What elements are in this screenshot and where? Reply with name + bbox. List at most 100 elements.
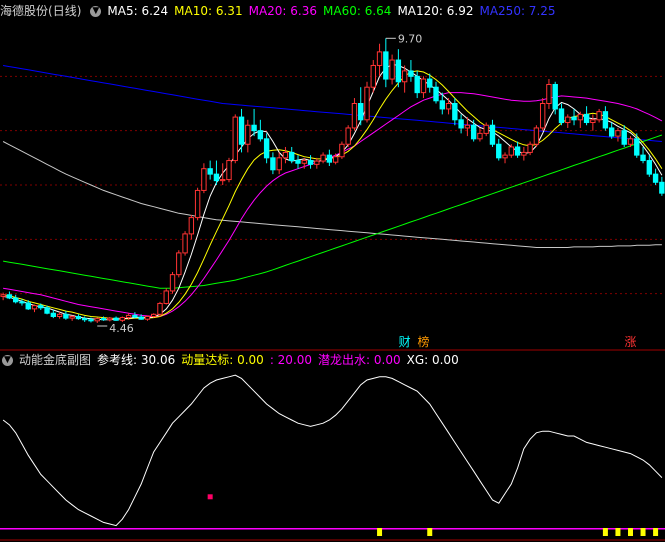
candle-body	[577, 113, 584, 121]
candle-body	[433, 86, 439, 102]
candle	[339, 141, 345, 159]
candle-body	[477, 132, 483, 140]
candle-body	[332, 156, 339, 163]
xg-bar	[615, 528, 621, 536]
candle	[270, 152, 276, 175]
candle-body	[245, 124, 251, 145]
candle-body	[659, 181, 665, 194]
candle-body	[370, 64, 376, 88]
candle-body	[38, 305, 44, 309]
candle-body	[420, 78, 427, 94]
candle	[477, 127, 483, 142]
candle-body	[270, 157, 276, 171]
xg-bar	[627, 528, 633, 536]
candle	[213, 160, 220, 185]
candle	[615, 127, 621, 142]
candle	[326, 149, 333, 166]
candle	[107, 317, 113, 322]
candle	[408, 60, 414, 82]
candle	[596, 108, 602, 123]
xg-bar	[653, 528, 659, 536]
candle-body	[0, 294, 6, 297]
low-price-label: 4.46	[109, 322, 134, 335]
candle-body	[163, 290, 169, 304]
candle-body	[458, 119, 464, 129]
candle-body	[119, 317, 126, 321]
candle-body	[282, 151, 289, 159]
candle-body	[615, 130, 621, 137]
candle	[188, 214, 195, 240]
candle	[458, 114, 464, 134]
candle-body	[351, 103, 358, 129]
candle-body	[251, 124, 257, 132]
candle-body	[295, 160, 301, 164]
candle-body	[213, 173, 220, 182]
high-price-label: 9.70	[398, 32, 423, 45]
candle	[539, 98, 546, 131]
candle-body	[320, 154, 326, 162]
candle	[452, 98, 458, 126]
candle-body	[546, 83, 552, 104]
candle	[533, 125, 540, 147]
stock-chart[interactable]: 9.70 4.46 财榜 涨	[0, 0, 665, 542]
candle-body	[489, 124, 496, 145]
candle-body	[238, 116, 245, 145]
candle-body	[571, 116, 577, 121]
candle-body	[157, 302, 163, 315]
candle-body	[31, 305, 38, 310]
candle-body	[596, 111, 602, 121]
candle-body	[94, 318, 100, 322]
candle-body	[326, 154, 333, 163]
xg-bar	[427, 528, 433, 536]
candle	[602, 106, 609, 131]
candle-body	[452, 103, 458, 121]
candle-body	[414, 75, 420, 94]
candle-body	[565, 116, 571, 124]
candle	[376, 43, 383, 77]
candle	[132, 312, 138, 319]
candle	[489, 119, 496, 147]
candle	[364, 81, 370, 123]
candle-body	[345, 127, 351, 145]
candle-body	[188, 217, 195, 235]
candle-body	[81, 318, 88, 321]
event-marker: 榜	[417, 334, 429, 349]
candle	[245, 119, 251, 153]
candle	[389, 54, 395, 85]
candle-body	[646, 160, 653, 175]
candle	[571, 108, 577, 126]
candle	[226, 157, 232, 183]
candle-body	[69, 315, 75, 319]
xg-bar	[602, 528, 608, 536]
candle-body	[88, 319, 94, 322]
candle-body	[276, 157, 282, 171]
candle-body	[514, 146, 521, 156]
momentum-line	[2, 374, 663, 527]
candle-body	[427, 78, 433, 88]
ma-line-ma10	[3, 70, 663, 320]
candle	[345, 125, 351, 147]
candle-body	[634, 138, 640, 156]
event-marker: 财	[399, 335, 411, 349]
candle-body	[395, 59, 402, 83]
candle-body	[226, 160, 232, 181]
candle	[558, 103, 565, 126]
candle-body	[445, 103, 452, 110]
candle-body	[257, 130, 264, 140]
candle-body	[107, 317, 113, 321]
candle	[50, 309, 57, 319]
candle	[69, 315, 75, 321]
candle-body	[176, 252, 182, 276]
candle-body	[125, 314, 132, 319]
candle-body	[113, 317, 119, 321]
candle	[176, 250, 182, 278]
candle-body	[19, 301, 25, 304]
candle-body	[12, 297, 19, 303]
candle	[659, 176, 665, 196]
candle-body	[583, 113, 590, 124]
candle	[113, 316, 119, 321]
candle	[502, 152, 508, 164]
candle	[220, 163, 226, 185]
candle	[6, 291, 13, 300]
candle	[276, 152, 282, 175]
